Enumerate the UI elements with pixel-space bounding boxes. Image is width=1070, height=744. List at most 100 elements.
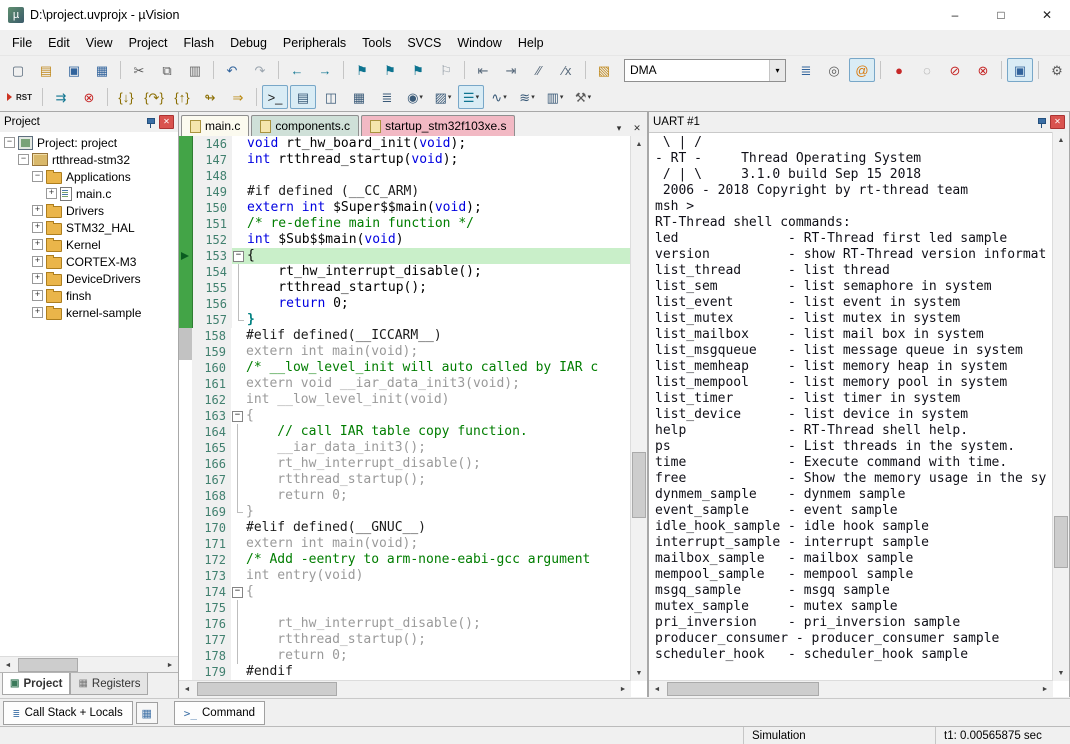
code-line[interactable]: 157} bbox=[179, 312, 631, 328]
tree-item-devicedrivers[interactable]: +DeviceDrivers bbox=[0, 270, 178, 287]
code-line[interactable]: 151/* re-define main function */ bbox=[179, 216, 631, 232]
project-hscrollbar[interactable]: ◄ ► bbox=[0, 656, 178, 673]
trace-windows-icon[interactable]: ≋▾ bbox=[514, 85, 540, 109]
tree-expander[interactable]: + bbox=[46, 188, 57, 199]
minimize-button[interactable]: – bbox=[932, 0, 978, 30]
menu-edit[interactable]: Edit bbox=[40, 33, 78, 53]
editor-vscrollbar[interactable]: ▲ ▼ bbox=[630, 136, 647, 681]
tab-call-stack-locals[interactable]: ≣ Call Stack + Locals bbox=[3, 701, 133, 725]
redo-icon[interactable]: ↷ bbox=[247, 58, 273, 82]
close-icon[interactable]: ✕ bbox=[1050, 115, 1065, 129]
scroll-down-icon[interactable]: ▼ bbox=[1053, 665, 1069, 681]
undo-icon[interactable]: ↶ bbox=[219, 58, 245, 82]
code-line[interactable]: 174−{ bbox=[179, 584, 631, 600]
code-line[interactable]: 159extern int main(void); bbox=[179, 344, 631, 360]
menu-svcs[interactable]: SVCS bbox=[399, 33, 449, 53]
menu-flash[interactable]: Flash bbox=[175, 33, 222, 53]
step-over-icon[interactable]: {↷} bbox=[141, 85, 167, 109]
menu-help[interactable]: Help bbox=[510, 33, 552, 53]
bookmark-clear-all-icon[interactable]: ⚐ bbox=[433, 58, 459, 82]
scrollbar-thumb[interactable] bbox=[667, 682, 819, 696]
tree-expander[interactable]: − bbox=[4, 137, 15, 148]
uart-hscrollbar[interactable]: ◄ ► bbox=[649, 680, 1053, 697]
tree-item-main-c[interactable]: +main.c bbox=[0, 185, 178, 202]
code-line[interactable]: 167 rtthread_startup(); bbox=[179, 472, 631, 488]
bookmark-previous-icon[interactable]: ⚑ bbox=[377, 58, 403, 82]
scroll-left-icon[interactable]: ◄ bbox=[0, 657, 16, 673]
tree-expander[interactable]: − bbox=[18, 154, 29, 165]
editor-hscrollbar[interactable]: ◄ ► bbox=[179, 680, 631, 697]
serial-windows-icon[interactable]: ☰▾ bbox=[458, 85, 484, 109]
save-icon[interactable]: ▣ bbox=[61, 58, 87, 82]
code-line[interactable]: 178 return 0; bbox=[179, 648, 631, 664]
tab-command[interactable]: >_ Command bbox=[174, 701, 265, 725]
tree-item-stm32-hal[interactable]: +STM32_HAL bbox=[0, 219, 178, 236]
indent-icon[interactable]: ⇥ bbox=[498, 58, 524, 82]
registers-window-icon[interactable]: ▦ bbox=[346, 85, 372, 109]
code-line[interactable]: 163−{ bbox=[179, 408, 631, 424]
menu-peripherals[interactable]: Peripherals bbox=[275, 33, 354, 53]
editor-tab-components-c[interactable]: components.c bbox=[251, 115, 359, 136]
code-line[interactable]: 172/* Add -eentry to arm-none-eabi-gcc a… bbox=[179, 552, 631, 568]
code-line[interactable]: 148 bbox=[179, 168, 631, 184]
reset-icon[interactable]: RST bbox=[5, 85, 37, 109]
code-line[interactable]: 175 bbox=[179, 600, 631, 616]
tree-item-cortex-m3[interactable]: +CORTEX-M3 bbox=[0, 253, 178, 270]
new-file-icon[interactable]: ▢ bbox=[5, 58, 31, 82]
comment-icon[interactable]: ∕∕ bbox=[526, 58, 552, 82]
memory-windows-icon[interactable]: ▨▾ bbox=[430, 85, 456, 109]
tree-expander[interactable]: + bbox=[32, 205, 43, 216]
copy-icon[interactable]: ⧉ bbox=[154, 58, 180, 82]
tree-item-kernel-sample[interactable]: +kernel-sample bbox=[0, 304, 178, 321]
code-line[interactable]: 150extern int $Super$$main(void); bbox=[179, 200, 631, 216]
close-tab-icon[interactable]: ✕ bbox=[629, 120, 645, 136]
scroll-right-icon[interactable]: ► bbox=[1037, 681, 1053, 697]
toolbox-icon[interactable]: ⚒▾ bbox=[570, 85, 596, 109]
run-icon[interactable]: ⇉ bbox=[48, 85, 74, 109]
symbol-window-icon[interactable]: ◫ bbox=[318, 85, 344, 109]
navigate-forward-icon[interactable]: → bbox=[312, 58, 338, 82]
scroll-left-icon[interactable]: ◄ bbox=[179, 681, 195, 697]
menu-debug[interactable]: Debug bbox=[222, 33, 275, 53]
code-line[interactable]: 165 __iar_data_init3(); bbox=[179, 440, 631, 456]
menu-tools[interactable]: Tools bbox=[354, 33, 399, 53]
tree-expander[interactable]: + bbox=[32, 307, 43, 318]
command-window-icon[interactable]: >_ bbox=[262, 85, 288, 109]
code-line[interactable]: 146void rt_hw_board_init(void); bbox=[179, 136, 631, 152]
scrollbar-thumb[interactable] bbox=[632, 452, 646, 518]
menu-project[interactable]: Project bbox=[121, 33, 176, 53]
tree-item-applications[interactable]: −Applications bbox=[0, 168, 178, 185]
find-symbols-icon[interactable]: @ bbox=[849, 58, 875, 82]
combo-dropdown-icon[interactable]: ▾ bbox=[769, 60, 785, 81]
open-file-icon[interactable]: ▤ bbox=[33, 58, 59, 82]
scroll-up-icon[interactable]: ▲ bbox=[631, 136, 647, 152]
find-in-files-icon[interactable]: ≣ bbox=[793, 58, 819, 82]
scrollbar-thumb[interactable] bbox=[18, 658, 78, 672]
scroll-right-icon[interactable]: ► bbox=[615, 681, 631, 697]
tree-item-drivers[interactable]: +Drivers bbox=[0, 202, 178, 219]
tab-registers[interactable]: ▦ Registers bbox=[70, 673, 148, 695]
tree-expander[interactable]: + bbox=[32, 239, 43, 250]
run-to-cursor-icon[interactable]: ↬ bbox=[197, 85, 223, 109]
tree-item-finsh[interactable]: +finsh bbox=[0, 287, 178, 304]
code-line[interactable]: 149#if defined (__CC_ARM) bbox=[179, 184, 631, 200]
code-line[interactable]: 170#elif defined(__GNUC__) bbox=[179, 520, 631, 536]
editor-tab-startup-stm32f103xe-s[interactable]: startup_stm32f103xe.s bbox=[361, 115, 515, 136]
tab-list-dropdown-icon[interactable]: ▾ bbox=[611, 120, 627, 136]
fold-marker[interactable]: − bbox=[232, 248, 245, 264]
code-line[interactable]: 147int rtthread_startup(void); bbox=[179, 152, 631, 168]
tree-item-project-project[interactable]: −Project: project bbox=[0, 134, 178, 151]
code-line[interactable]: 155 rtthread_startup(); bbox=[179, 280, 631, 296]
close-icon[interactable]: ✕ bbox=[159, 115, 174, 129]
enable-breakpoint-icon[interactable]: ◌ bbox=[914, 58, 940, 82]
paste-icon[interactable]: ▥ bbox=[182, 58, 208, 82]
tree-expander[interactable]: + bbox=[32, 256, 43, 267]
uncomment-icon[interactable]: ∕x bbox=[554, 58, 580, 82]
find-icon[interactable]: ◎ bbox=[821, 58, 847, 82]
code-line[interactable]: 161extern void __iar_data_init3(void); bbox=[179, 376, 631, 392]
code-line[interactable]: 168 return 0; bbox=[179, 488, 631, 504]
uart-vscrollbar[interactable]: ▲ ▼ bbox=[1052, 132, 1069, 681]
uart-output[interactable]: \ | / - RT - Thread Operating System / |… bbox=[655, 135, 1053, 663]
code-line[interactable]: 164 // call IAR table copy function. bbox=[179, 424, 631, 440]
disassembly-window-icon[interactable]: ▤ bbox=[290, 85, 316, 109]
